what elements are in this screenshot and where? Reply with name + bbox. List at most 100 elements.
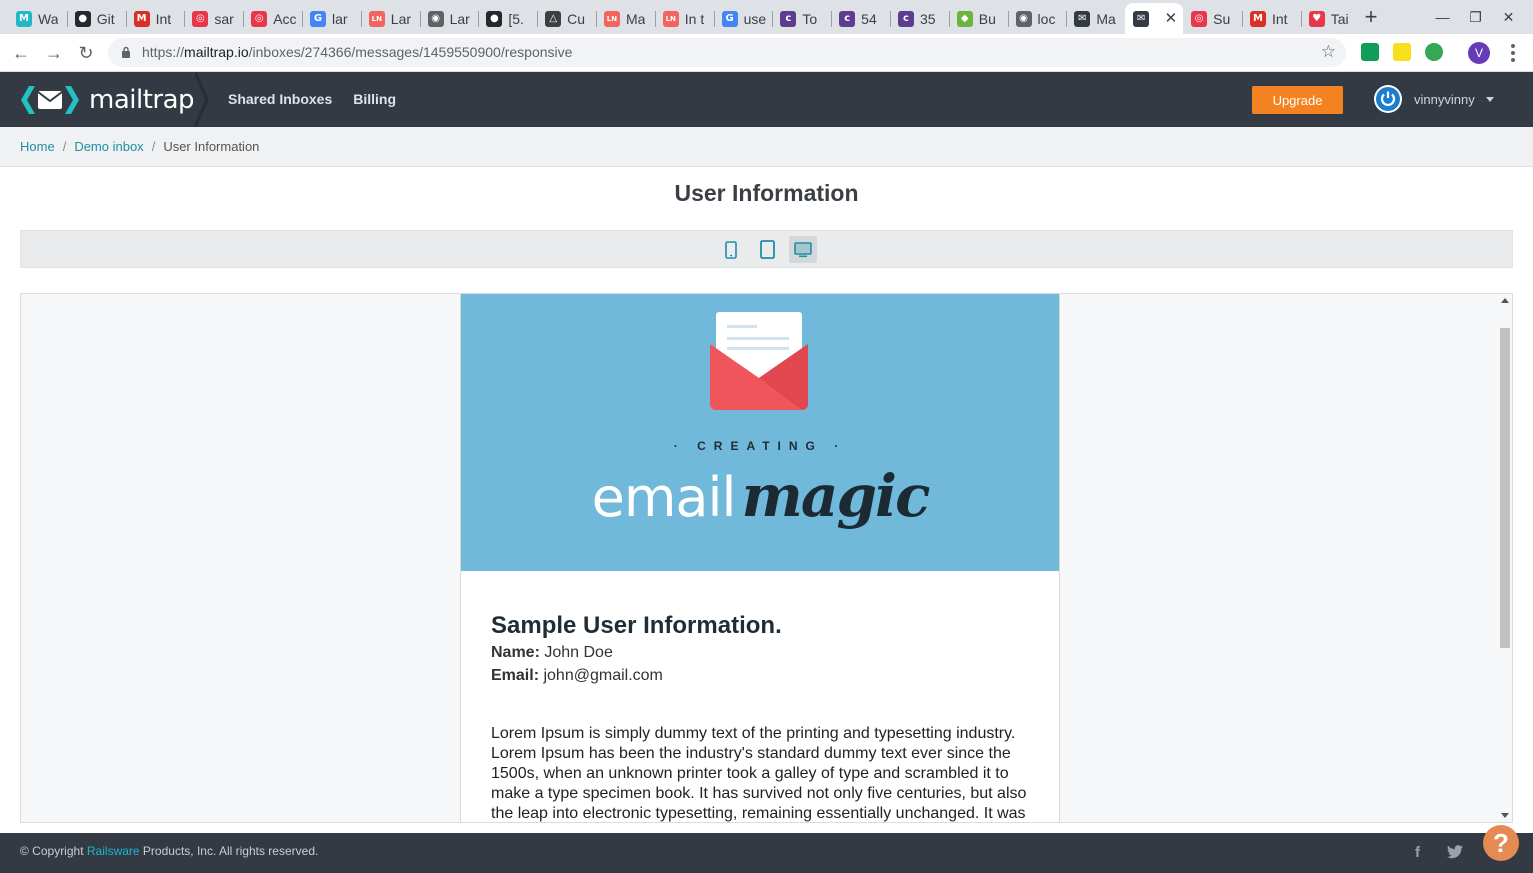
maximize-icon[interactable]: ❐: [1459, 0, 1492, 34]
globe-icon: ◉: [1015, 10, 1032, 27]
main-nav: Shared Inboxes Billing: [228, 91, 396, 107]
email-content: · CREATING · email magic Sample User Info…: [460, 294, 1060, 822]
twitter-icon[interactable]: [1447, 845, 1463, 859]
scroll-down-icon[interactable]: [1501, 813, 1509, 818]
scroll-up-icon[interactable]: [1501, 298, 1509, 303]
browser-menu-icon[interactable]: [1508, 41, 1518, 65]
colorlib-icon: c: [780, 10, 797, 27]
browser-tab[interactable]: ◉ Lar: [419, 3, 479, 34]
browser-tab[interactable]: ♥ Tai: [1300, 3, 1360, 34]
tab-label: sar: [214, 10, 234, 27]
close-window-icon[interactable]: ✕: [1492, 0, 1525, 34]
email-hero-banner: · CREATING · email magic: [461, 294, 1059, 571]
upgrade-button[interactable]: Upgrade: [1252, 86, 1343, 114]
browser-tab[interactable]: ● [5.: [478, 3, 537, 34]
triangle-icon: △: [545, 10, 562, 27]
browser-tab[interactable]: c 54: [831, 3, 890, 34]
tab-label: use: [743, 10, 767, 27]
tab-label: 35: [919, 10, 936, 27]
gmail-icon: M: [1249, 10, 1266, 27]
name-value: John Doe: [544, 644, 613, 661]
extension-leaf-icon[interactable]: [1425, 43, 1443, 61]
browser-tab-strip: M Wa ● Git M Int ◎ sar ◎ Acc Glar LN Lar ◉ Lar ● [5. △ Cu L…: [0, 0, 1533, 34]
tab-label: 54: [861, 10, 877, 27]
browser-tab[interactable]: ● Git: [66, 3, 126, 34]
extension-flag-icon[interactable]: [1361, 43, 1379, 61]
mailtrap-logo[interactable]: mailtrap: [19, 84, 195, 116]
railsware-link[interactable]: Railsware: [87, 844, 140, 858]
breadcrumb-inbox[interactable]: Demo inbox: [74, 139, 143, 154]
target-icon: ◎: [1191, 10, 1208, 27]
mailtrap-icon: ✉: [1133, 10, 1150, 27]
browser-tab[interactable]: M Wa: [8, 3, 67, 34]
browser-tab[interactable]: LN Ma: [595, 3, 655, 34]
browser-tab[interactable]: ✉ ✕: [1125, 3, 1184, 34]
email-label: Email:: [491, 667, 540, 684]
browser-tab[interactable]: M Int: [1241, 3, 1301, 34]
google-icon: G: [309, 10, 326, 27]
help-question-icon[interactable]: ?: [1483, 825, 1519, 861]
browser-tab[interactable]: ✉ Ma: [1066, 3, 1125, 34]
nav-shared-inboxes[interactable]: Shared Inboxes: [228, 91, 332, 107]
tab-label: Ma: [625, 10, 646, 27]
browser-tab[interactable]: LN In t: [654, 3, 714, 34]
desktop-view-button[interactable]: [789, 236, 817, 263]
browser-tab[interactable]: ◎ Su: [1183, 3, 1242, 34]
tab-label: To: [802, 10, 818, 27]
tab-label: Ma: [1096, 10, 1116, 27]
address-bar[interactable]: https://mailtrap.io/inboxes/274366/messa…: [108, 38, 1346, 67]
laravel-news-icon: LN: [368, 10, 385, 27]
browser-tab[interactable]: ◆ Bu: [948, 3, 1008, 34]
tab-label: Su: [1213, 10, 1231, 27]
laravel-news-icon: LN: [662, 10, 679, 27]
browser-tab[interactable]: ◎ Acc: [243, 3, 302, 34]
browser-tab[interactable]: M Int: [125, 3, 185, 34]
extension-js-icon[interactable]: [1393, 43, 1411, 61]
tab-list: M Wa ● Git M Int ◎ sar ◎ Acc Glar LN Lar ◉ Lar ● [5. △ Cu L…: [8, 3, 1360, 34]
breadcrumb-home[interactable]: Home: [20, 139, 55, 154]
browser-tab[interactable]: Glar: [301, 3, 361, 34]
mailtrap-m-icon: M: [16, 10, 32, 27]
new-tab-button[interactable]: +: [1360, 3, 1382, 31]
browser-tab[interactable]: ◉ loc: [1007, 3, 1067, 34]
app-footer: © Copyright Railsware Products, Inc. All…: [0, 833, 1533, 873]
breadcrumb-current: User Information: [163, 139, 260, 154]
message-subject: User Information: [674, 180, 859, 206]
email-paragraph: Lorem Ipsum is simply dummy text of the …: [491, 725, 1027, 822]
mobile-icon: [725, 240, 737, 259]
github-icon: ●: [74, 10, 91, 27]
reload-icon[interactable]: ↻: [73, 41, 99, 65]
tab-label: Int: [1271, 10, 1288, 27]
logo-text: mailtrap: [89, 85, 195, 115]
nav-billing[interactable]: Billing: [353, 91, 396, 107]
browser-tab[interactable]: Guse: [713, 3, 773, 34]
browser-tab[interactable]: c To: [772, 3, 831, 34]
view-mode-bar: [20, 230, 1513, 268]
facebook-icon[interactable]: f: [1415, 844, 1420, 861]
close-tab-icon[interactable]: ✕: [1165, 9, 1178, 27]
lock-icon: [122, 46, 130, 58]
window-controls: — ❐ ✕: [1426, 0, 1525, 34]
mobile-view-button[interactable]: [717, 236, 745, 263]
profile-avatar[interactable]: V: [1468, 42, 1490, 64]
preview-scrollbar[interactable]: [1499, 294, 1512, 822]
name-label: Name:: [491, 644, 540, 661]
back-icon[interactable]: ←: [8, 41, 34, 65]
mailtrap-logo-icon: [21, 86, 79, 114]
forward-icon[interactable]: →: [41, 41, 67, 65]
email-preview-frame: · CREATING · email magic Sample User Info…: [20, 293, 1513, 823]
tab-label: Cu: [567, 10, 586, 27]
browser-tab[interactable]: ◎ sar: [184, 3, 243, 34]
bookmark-star-icon[interactable]: ☆: [1321, 42, 1336, 62]
browser-tab[interactable]: LN Lar: [360, 3, 420, 34]
minimize-icon[interactable]: —: [1426, 0, 1459, 34]
envelope-icon: [710, 312, 808, 410]
user-menu[interactable]: vinnyvinny: [1374, 85, 1494, 113]
browser-tab[interactable]: c 35: [889, 3, 949, 34]
email-row: Email: john@gmail.com: [491, 667, 1031, 685]
scrollbar-thumb[interactable]: [1500, 328, 1510, 648]
tablet-view-button[interactable]: [753, 236, 781, 263]
colorlib-icon: c: [897, 10, 914, 27]
tablet-icon: [759, 240, 775, 259]
browser-tab[interactable]: △ Cu: [537, 3, 596, 34]
